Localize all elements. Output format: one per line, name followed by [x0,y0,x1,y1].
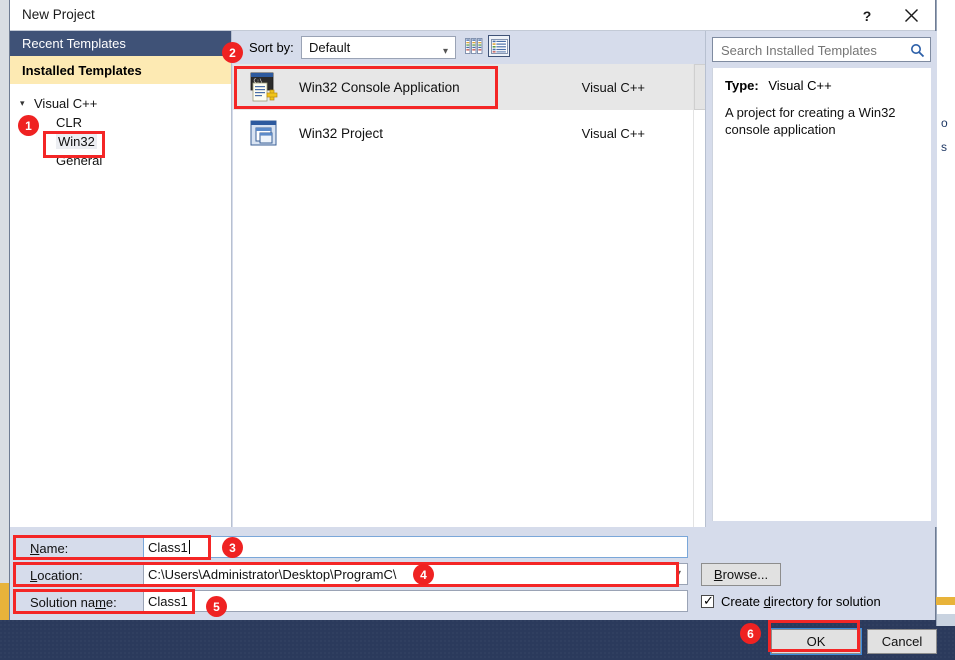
help-glyph: ? [862,7,872,24]
search-icon[interactable] [908,41,926,59]
search-box[interactable] [712,37,931,62]
list-item[interactable]: Win32 Project Visual C++ [233,110,693,156]
page-title: New Project [22,7,95,22]
background-left-strip [0,0,9,620]
name-label-rest: ame: [39,541,69,556]
template-type-label: Type: [725,78,759,93]
template-name: Win32 Console Application [299,79,460,95]
annotation-badge-5: 5 [206,596,227,617]
annotation-badge-3: 3 [222,537,243,558]
badge-number: 1 [25,118,32,133]
tree-node-general[interactable]: General [10,151,231,170]
close-icon[interactable] [891,0,931,31]
sort-by-value: Default [309,40,351,55]
cancel-label: Cancel [881,634,923,649]
solution-name-label: Solution name: [30,595,117,610]
location-label: Location: [30,568,83,583]
annotation-badge-2: 2 [222,42,243,63]
name-label: Name: [30,541,69,556]
template-type-value: Visual C++ [768,78,832,93]
help-icon[interactable]: ? [847,0,887,31]
console-application-icon: C:\ [247,70,281,104]
tree-node-win32[interactable]: Win32 [10,132,231,151]
new-project-dialog: New Project ? Recent Templates Installed… [9,0,937,620]
chevron-down-icon[interactable]: ▾ [676,568,681,579]
background-text-fragment-top: o [941,116,948,130]
badge-number: 2 [229,45,236,60]
templates-sidebar: Recent Templates Installed Templates ▾ V… [10,31,232,527]
chevron-down-icon: ▾ [442,46,448,57]
sort-by-select[interactable]: Default ▾ [301,36,456,59]
solution-label-a: Solution na [30,595,96,610]
browse-button[interactable]: Browse... [701,563,781,586]
text-caret [188,540,190,554]
browse-label-rest: rowse... [722,567,769,582]
annotation-badge-4: 4 [413,564,434,585]
template-description-box: Type: Visual C++ A project for creating … [712,68,931,521]
templates-list-pane: Sort by: Default ▾ C:\ Win32 Console App… [233,31,707,527]
solution-label-b: e: [105,595,117,610]
ok-label: OK [806,634,826,649]
badge-number: 3 [229,540,236,555]
annotation-badge-6: 6 [740,623,761,644]
sidebar-item-installed-templates[interactable]: Installed Templates [10,56,231,84]
list-view-icon[interactable] [488,35,510,57]
background-right-gold-edge [936,597,955,605]
installed-templates-label: Installed Templates [22,62,142,78]
recent-templates-label: Recent Templates [22,36,126,51]
tree-node-label: CLR [56,115,83,130]
checkbox-box[interactable]: ✓ [701,593,714,608]
background-right-panel-lower [936,614,955,626]
tree-node-label: Visual C++ [34,96,98,111]
template-list: C:\ Win32 Console Application Visual C++ [233,64,693,527]
badge-number: 5 [213,599,220,614]
templates-toolbar: Sort by: Default ▾ [233,31,706,64]
background-right-panel [936,0,955,614]
solution-name-value: Class1 [148,593,188,609]
name-value: Class1 [148,539,188,555]
badge-number: 4 [420,567,427,582]
template-type-row: Type: Visual C++ [725,78,832,93]
dialog-footer: OK Cancel [9,620,937,660]
expander-arrow-icon[interactable]: ▾ [20,99,34,108]
tree-node-label: Win32 [56,134,97,149]
background-left-gold-strip [0,583,9,620]
tiles-view-icon[interactable] [463,35,485,57]
list-item[interactable]: C:\ Win32 Console Application Visual C++ [233,64,693,110]
template-language: Visual C++ [581,125,645,141]
create-directory-label: Create directory for solution [721,594,881,609]
background-text-fragment-bottom: s [941,140,947,154]
sort-by-label: Sort by: [249,40,294,55]
annotation-badge-1: 1 [18,115,39,136]
template-category-tree: ▾ Visual C++ CLR Win32 General [10,84,231,170]
template-info-pane: Type: Visual C++ A project for creating … [706,31,937,527]
search-input[interactable] [719,42,899,59]
dialog-titlebar: New Project ? [10,0,935,31]
tree-node-clr[interactable]: CLR [10,113,231,132]
tree-node-visual-cpp[interactable]: ▾ Visual C++ [10,94,231,113]
location-label-rest: ocation: [37,568,83,583]
check-icon: ✓ [703,593,714,608]
template-name: Win32 Project [299,125,384,141]
ok-button[interactable]: OK [770,628,862,655]
badge-number: 6 [747,626,754,641]
sidebar-item-recent-templates[interactable]: Recent Templates [10,31,231,56]
template-language: Visual C++ [581,79,645,95]
location-value: C:\Users\Administrator\Desktop\ProgramC\ [148,566,397,582]
template-description: A project for creating a Win32 console a… [725,105,896,137]
win32-project-icon [247,116,281,150]
cancel-button[interactable]: Cancel [867,629,937,654]
tree-node-label: General [56,153,103,168]
create-directory-checkbox[interactable]: ✓ Create directory for solution [701,594,881,609]
